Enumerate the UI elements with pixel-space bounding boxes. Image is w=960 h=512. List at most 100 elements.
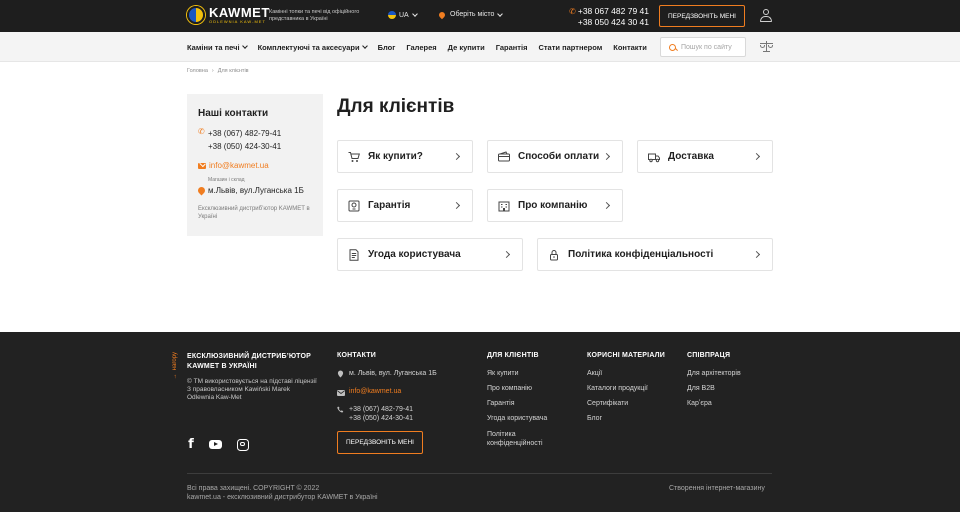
callback-button[interactable]: ПЕРЕДЗВОНІТЬ МЕНІ: [659, 5, 745, 27]
footer-link-about[interactable]: Про компанію: [487, 385, 532, 392]
footer-divider: [187, 473, 772, 474]
footer-contacts-title: КОНТАКТИ: [337, 352, 377, 359]
chevron-right-icon: [602, 201, 611, 210]
footer-link-promotions[interactable]: Акції: [587, 370, 602, 377]
lock-icon: [548, 249, 560, 261]
wallet-icon: [498, 150, 510, 163]
footer-link-how-to-buy[interactable]: Як купити: [487, 370, 519, 377]
instagram-icon[interactable]: [236, 438, 250, 451]
card-label: Доставка: [668, 151, 714, 162]
footer-materials-title: КОРИСНІ МАТЕРІАЛИ: [587, 352, 665, 359]
contacts-email[interactable]: info@kawmet.ua: [209, 161, 269, 170]
nav-item[interactable]: Де купити: [448, 43, 485, 52]
card-label: Способи оплати: [518, 151, 600, 162]
nav-item-label: Стати партнером: [538, 42, 603, 52]
nav-item[interactable]: Контакти: [613, 43, 647, 52]
footer-link-agreement[interactable]: Угода користувача: [487, 415, 547, 422]
breadcrumb: Головна › Для клієнтів: [187, 68, 249, 74]
nav-item-label: Де купити: [447, 42, 485, 52]
footer-callback-button[interactable]: ПЕРЕДЗВОНІТЬ МЕНІ: [337, 431, 423, 454]
contacts-phones: ✆ +38 (067) 482-79-41 +38 (050) 424-30-4…: [198, 127, 313, 153]
footer-link-certificates[interactable]: Сертифікати: [587, 400, 628, 407]
chevron-right-icon: [752, 250, 761, 259]
footer-address: м. Львів, вул. Луганська 1Б: [349, 370, 437, 377]
breadcrumb-current: Для клієнтів: [217, 68, 249, 74]
main-nav: Каміни та печі Комплектуючі та аксесуари Б…: [0, 32, 960, 62]
footer-link-privacy[interactable]: Політика конфіденційності: [487, 430, 567, 448]
search-icon: [669, 43, 676, 51]
logo-mark-icon: [187, 6, 205, 24]
footer-copyright-1: Всі права захищені. COPYRIGHT © 2022: [187, 485, 320, 492]
contacts-phone-2[interactable]: +38 (050) 424-30-41: [208, 140, 281, 153]
footer-phone-1[interactable]: +38 (067) 482-79-41: [349, 406, 413, 413]
location-pin-icon: [437, 10, 447, 19]
cart-icon: [348, 151, 360, 163]
chevron-down-icon: [241, 43, 248, 49]
kawmet-logo[interactable]: KAWMET ODLEWNIA KAW-MET: [187, 6, 270, 24]
nav-item[interactable]: Комплектуючі та аксесуари: [258, 43, 368, 52]
contacts-address-row: м.Львів, вул.Луганська 1Б: [196, 185, 313, 196]
header-phone-1[interactable]: +38 067 482 79 41: [578, 6, 649, 16]
phone-icon: [337, 406, 344, 413]
footer-link-blog[interactable]: Блог: [587, 415, 602, 422]
nav-item[interactable]: Стати партнером: [538, 43, 602, 52]
card-about-company[interactable]: Про компанію: [487, 189, 623, 222]
card-privacy-policy[interactable]: Політика конфіденціальності: [537, 238, 773, 271]
footer-link-catalogs[interactable]: Каталоги продукції: [587, 385, 648, 392]
arrow-up-icon: →: [172, 373, 178, 380]
card-label: Як купити?: [368, 151, 423, 162]
contacts-email-row: info@kawmet.ua: [198, 161, 313, 170]
card-label: Угода користувача: [368, 249, 461, 260]
contacts-note: Ексклюзивний дистрибʼютор KAWMET в Украї…: [198, 206, 310, 220]
chevron-down-icon: [497, 10, 504, 17]
search-box[interactable]: [660, 37, 746, 57]
footer-link-warranty[interactable]: Гарантія: [487, 400, 515, 407]
facebook-icon[interactable]: f: [184, 437, 198, 452]
footer-credit-link[interactable]: Створення інтернет-магазину: [669, 485, 765, 492]
nav-item[interactable]: Гарантія: [496, 43, 528, 52]
footer-link-career[interactable]: Карʼєра: [687, 400, 712, 407]
city-select-label: Оберіть місто: [450, 11, 495, 18]
nav-item[interactable]: Галерея: [406, 43, 436, 52]
scroll-to-top-label: нагору: [172, 352, 178, 371]
footer-phone-2[interactable]: +38 (050) 424-30-41: [349, 415, 413, 422]
compare-scales-icon[interactable]: [760, 41, 773, 53]
nav-item-label: Каміни та печі: [187, 42, 240, 52]
page-title: Для клієнтів: [337, 96, 455, 117]
user-account-icon[interactable]: [760, 9, 772, 22]
location-pin-icon: [196, 185, 207, 196]
card-payment-methods[interactable]: Способи оплати: [487, 140, 623, 173]
footer-link-b2b[interactable]: Для B2B: [687, 385, 715, 392]
logo-word: KAWMET: [209, 5, 270, 20]
mail-icon: [337, 389, 345, 396]
nav-item[interactable]: Блог: [378, 43, 396, 52]
footer-coop-title: СПІВПРАЦЯ: [687, 352, 731, 359]
breadcrumb-home[interactable]: Головна: [187, 68, 208, 74]
card-user-agreement[interactable]: Угода користувача: [337, 238, 523, 271]
nav-item[interactable]: Каміни та печі: [187, 42, 248, 52]
header-phones: ✆ +38 067 482 79 41 +38 050 424 30 41: [566, 6, 649, 28]
search-input[interactable]: [681, 43, 741, 51]
certificate-icon: [348, 200, 360, 212]
footer-email[interactable]: info@kawmet.ua: [349, 388, 401, 395]
header-tagline: Камінні топки та печі від офіційного пре…: [269, 9, 360, 22]
contacts-phone-1[interactable]: +38 (067) 482-79-41: [208, 127, 281, 140]
card-label: Гарантія: [368, 200, 411, 211]
card-label: Політика конфіденціальності: [568, 249, 714, 260]
language-select[interactable]: UA: [388, 11, 418, 19]
card-delivery[interactable]: Доставка: [637, 140, 773, 173]
youtube-icon[interactable]: [208, 438, 222, 451]
top-bar: KAWMET ODLEWNIA KAW-MET Камінні топки та…: [0, 0, 960, 32]
scroll-to-top-link[interactable]: → нагору: [172, 352, 178, 379]
nav-item-label: Блог: [377, 42, 396, 52]
card-label: Про компанію: [518, 200, 588, 211]
header-phone-2[interactable]: +38 050 424 30 41: [578, 17, 649, 27]
city-select[interactable]: Оберіть місто: [437, 10, 504, 19]
card-how-to-buy[interactable]: Як купити?: [337, 140, 473, 173]
footer-link-architects[interactable]: Для архітекторів: [687, 370, 741, 377]
nav-items: Каміни та печі Комплектуючі та аксесуари Б…: [187, 32, 658, 62]
chevron-right-icon: [452, 201, 461, 210]
nav-item-label: Контакти: [613, 42, 647, 52]
building-icon: [498, 200, 510, 212]
card-warranty[interactable]: Гарантія: [337, 189, 473, 222]
